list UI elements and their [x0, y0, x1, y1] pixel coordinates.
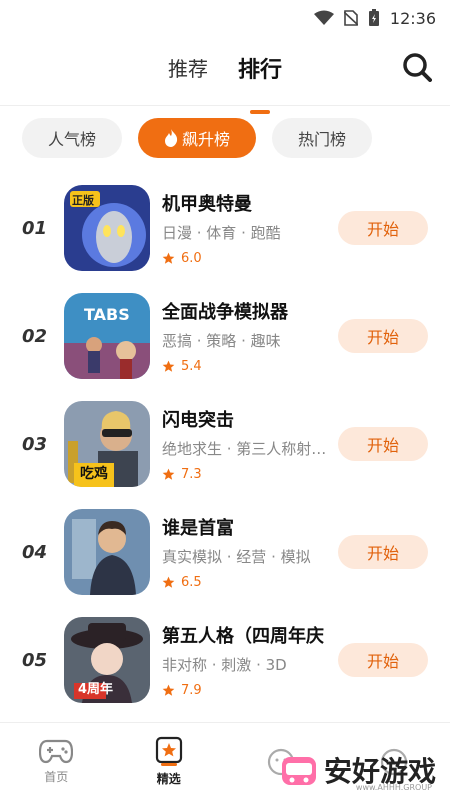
- start-button[interactable]: 开始: [338, 427, 428, 461]
- rank-number: 02: [0, 326, 64, 347]
- game-badge: 正版: [72, 194, 94, 207]
- filter-hot[interactable]: 热门榜: [272, 118, 373, 158]
- battery-icon: [368, 9, 379, 26]
- star-icon: [162, 360, 175, 372]
- list-item[interactable]: 02 TABS 全面战争模拟器 恶搞 · 策略 · 趣味 5.4 开始: [0, 282, 450, 390]
- watermark-logo-icon: [281, 757, 316, 785]
- game-rating: 7.9: [162, 683, 330, 698]
- game-name: 机甲奥特曼: [162, 194, 252, 215]
- game-name: 全面战争模拟器: [162, 302, 288, 323]
- game-rating: 7.3: [162, 467, 330, 482]
- game-ranking-list: 01 正版 机甲奥特曼 日漫 · 体育 · 跑酷 6.0 开始 02 TABS …: [0, 170, 450, 718]
- game-name: 第五人格（四周年庆: [162, 626, 324, 647]
- nav-label: 精选: [156, 772, 181, 786]
- game-rating: 6.0: [162, 251, 330, 266]
- rank-number: 05: [22, 649, 48, 671]
- game-tags: 绝地求生 · 第三人称射…: [162, 440, 327, 458]
- filter-label: 热门榜: [298, 130, 347, 149]
- nav-featured[interactable]: 精选: [113, 723, 226, 800]
- game-icon[interactable]: TABS: [64, 293, 150, 379]
- rank-number: 04: [22, 541, 48, 563]
- rating-value: 6.5: [181, 575, 202, 590]
- start-button[interactable]: 开始: [338, 643, 428, 677]
- rank-number: 03: [0, 434, 64, 455]
- rating-value: 7.3: [181, 467, 202, 482]
- filter-rising[interactable]: 飙升榜: [138, 118, 257, 158]
- filter-label: 飙升榜: [182, 130, 231, 149]
- gamepad-icon: [39, 739, 74, 764]
- game-icon[interactable]: 正版: [64, 185, 150, 271]
- no-sim-icon: [343, 10, 358, 26]
- clock: 12:36: [389, 8, 436, 28]
- list-item[interactable]: 03 吃鸡 闪电突击 绝地求生 · 第三人称射… 7.3 开始: [0, 390, 450, 498]
- game-tags: 日漫 · 体育 · 跑酷: [162, 224, 281, 242]
- game-tags: 恶搞 · 策略 · 趣味: [162, 332, 281, 350]
- game-rating: 5.4: [162, 359, 330, 374]
- star-icon: [162, 684, 175, 696]
- game-icon[interactable]: 4周年: [64, 617, 150, 703]
- tab-ranking[interactable]: 排行: [238, 52, 282, 90]
- list-item[interactable]: 05 4周年 第五人格（四周年庆 非对称 · 刺激 · 3D 7.9 开始: [0, 606, 450, 714]
- rating-value: 5.4: [181, 359, 202, 374]
- status-bar: 12:36: [0, 0, 450, 36]
- filter-popular[interactable]: 人气榜: [22, 118, 123, 158]
- top-tab-bar: 推荐 排行: [0, 36, 450, 106]
- watermark: 安好游戏 www.AHHH.GROUP: [280, 750, 436, 792]
- game-tags: 真实模拟 · 经营 · 模拟: [162, 548, 311, 566]
- watermark-subtext: www.AHHH.GROUP: [355, 783, 432, 792]
- game-badge: 吃鸡: [80, 466, 108, 482]
- game-name: 谁是首富: [162, 518, 234, 539]
- start-button[interactable]: 开始: [338, 319, 428, 353]
- star-icon: [162, 468, 175, 480]
- game-icon[interactable]: [64, 509, 150, 595]
- star-icon: [162, 252, 175, 264]
- rank-number: 01: [0, 218, 64, 239]
- flame-icon: [165, 129, 178, 147]
- game-name: 闪电突击: [162, 410, 234, 431]
- start-button[interactable]: 开始: [338, 535, 428, 569]
- tab-recommend[interactable]: 推荐: [168, 53, 208, 88]
- rating-value: 6.0: [181, 251, 202, 266]
- star-bookmark-icon: [155, 736, 182, 766]
- wifi-icon: [313, 10, 334, 25]
- nav-home[interactable]: 首页: [0, 723, 113, 800]
- list-item[interactable]: 04 谁是首富 真实模拟 · 经营 · 模拟 6.5 开始: [0, 498, 450, 606]
- star-icon: [162, 576, 175, 588]
- game-badge: 4周年: [78, 682, 114, 697]
- game-rating: 6.5: [162, 575, 330, 590]
- game-tags: 非对称 · 刺激 · 3D: [162, 656, 287, 674]
- ranking-filters: 人气榜 飙升榜 热门榜: [0, 106, 450, 170]
- game-badge: TABS: [84, 305, 130, 324]
- start-button[interactable]: 开始: [338, 211, 428, 245]
- rating-value: 7.9: [181, 683, 202, 698]
- list-item[interactable]: 01 正版 机甲奥特曼 日漫 · 体育 · 跑酷 6.0 开始: [0, 174, 450, 282]
- game-icon[interactable]: 吃鸡: [64, 401, 150, 487]
- search-icon[interactable]: [402, 52, 432, 86]
- filter-label: 人气榜: [48, 130, 97, 149]
- nav-label: 首页: [44, 770, 69, 784]
